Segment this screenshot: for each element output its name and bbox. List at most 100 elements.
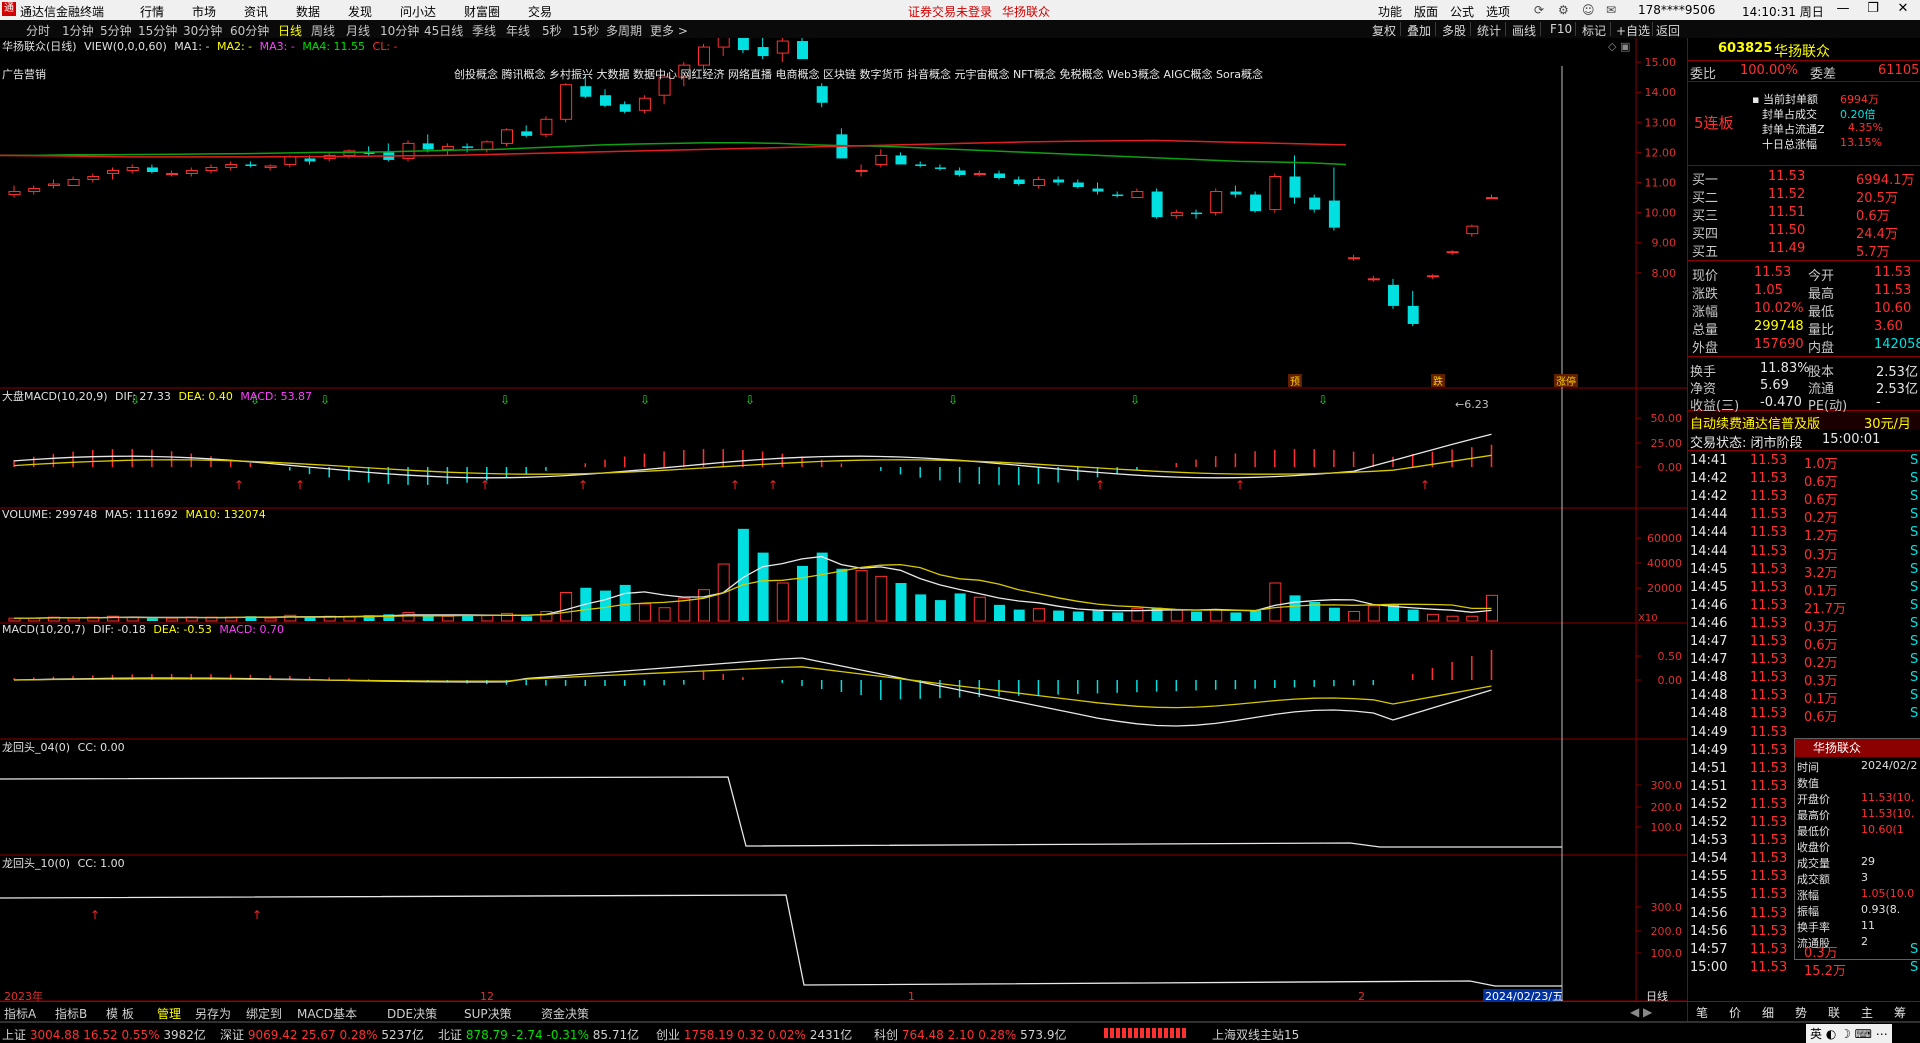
lht4-name[interactable]: 龙回头_04(0) [2, 741, 70, 754]
indicator-tab[interactable]: 模 板 [106, 1005, 134, 1022]
indicator-tab[interactable]: DDE决策 [387, 1005, 437, 1022]
period-30min[interactable]: 30分钟 [183, 22, 222, 39]
period-year[interactable]: 年线 [506, 22, 530, 39]
index-item[interactable]: 深证 9069.42 25.67 0.28% 5237亿 [220, 1026, 424, 1043]
tab-scroll-left-icon[interactable]: ◀ ▶ [1630, 1005, 1652, 1019]
menu-caifuquan[interactable]: 财富圈 [464, 3, 500, 20]
menu-gongneng[interactable]: 功能 [1378, 3, 1402, 20]
menu-zixun[interactable]: 资讯 [244, 3, 268, 20]
period-15sec[interactable]: 15秒 [572, 22, 599, 39]
right-tab[interactable]: 主 [1861, 1004, 1873, 1021]
period-daily[interactable]: 日线 [278, 22, 302, 39]
menu-shuju[interactable]: 数据 [296, 3, 320, 20]
macd1-name[interactable]: 大盘MACD(10,20,9) [2, 390, 108, 403]
period-1min[interactable]: 1分钟 [62, 22, 94, 39]
server-label[interactable]: 上海双线主站15 [1212, 1026, 1299, 1043]
btn-duogu[interactable]: 多股 [1442, 22, 1466, 39]
indicator-tab[interactable]: MACD基本 [297, 1005, 357, 1022]
candle [1072, 182, 1084, 188]
minimize-icon[interactable]: — [1828, 1, 1858, 19]
period-45day[interactable]: 45日线 [424, 22, 463, 39]
menu-hangqing[interactable]: 行情 [140, 3, 164, 20]
lht10-name[interactable]: 龙回头_10(0) [2, 857, 70, 870]
macd1-dea: DEA: 0.40 [178, 390, 233, 403]
login-notice[interactable]: 证券交易未登录 [908, 3, 992, 20]
menu-wenxiaoda[interactable]: 问小达 [400, 3, 436, 20]
menu-gongshi[interactable]: 公式 [1450, 3, 1474, 20]
right-tab[interactable]: 细 [1762, 1004, 1774, 1021]
indicator-tab[interactable]: 资金决策 [541, 1005, 589, 1022]
candle [1230, 191, 1242, 195]
menu-faxian[interactable]: 发现 [348, 3, 372, 20]
indicator-tab[interactable]: 绑定到 [246, 1005, 282, 1022]
period-fenshi[interactable]: 分时 [26, 22, 50, 39]
promo-price[interactable]: 30元/月 [1864, 413, 1911, 432]
account-label[interactable]: 178****9506 [1638, 3, 1715, 17]
user-icon[interactable]: ☺ [1582, 3, 1595, 17]
menu-xuanxiang[interactable]: 选项 [1486, 3, 1510, 20]
index-item[interactable]: 上证 3004.88 16.52 0.55% 3982亿 [2, 1026, 206, 1043]
period-quarter[interactable]: 季线 [472, 22, 496, 39]
period-15min[interactable]: 15分钟 [138, 22, 177, 39]
menu-shichang[interactable]: 市场 [192, 3, 216, 20]
low-price-label: ←6.23 [1455, 398, 1489, 411]
btn-add-watchlist[interactable]: +自选 [1616, 22, 1650, 39]
right-tab[interactable]: 势 [1795, 1004, 1807, 1021]
period-more[interactable]: 更多 > [650, 22, 688, 39]
view-indicator: VIEW(0,0,0,60) [84, 40, 167, 53]
btn-biaoji[interactable]: 标记 [1582, 22, 1606, 39]
indicator-tab[interactable]: 指标B [55, 1005, 87, 1022]
login-stock[interactable]: 华扬联众 [1002, 3, 1050, 20]
right-tab[interactable]: 价 [1729, 1004, 1741, 1021]
indicator-tab[interactable]: 另存为 [195, 1005, 231, 1022]
right-tab[interactable]: 笔 [1696, 1004, 1708, 1021]
period-monthly[interactable]: 月线 [346, 22, 370, 39]
period-5sec[interactable]: 5秒 [542, 22, 562, 39]
refresh-icon[interactable]: ⟳ [1534, 3, 1544, 17]
promo-text[interactable]: 自动续费通达信普及版 [1690, 413, 1820, 432]
close-icon[interactable]: ✕ [1888, 1, 1918, 19]
index-field: 2431亿 [805, 1028, 853, 1042]
volume-name[interactable]: VOLUME: 299748 [2, 508, 97, 521]
tick-time: 14:57 [1690, 941, 1728, 957]
index-item[interactable]: 科创 764.48 2.10 0.28% 573.9亿 [874, 1026, 1066, 1043]
volume-bar [1466, 615, 1479, 622]
tick-price: 11.53 [1750, 489, 1788, 505]
indicator-tab[interactable]: 管理 [157, 1005, 181, 1022]
period-5min[interactable]: 5分钟 [100, 22, 132, 39]
btn-back[interactable]: 返回 [1656, 22, 1680, 39]
index-field: 1758.19 [680, 1028, 734, 1042]
tick-time: 14:45 [1690, 561, 1728, 577]
fund-label-2: PE(动) [1808, 399, 1848, 414]
right-tab[interactable]: 联 [1828, 1004, 1840, 1021]
index-item[interactable]: 创业 1758.19 0.32 0.02% 2431亿 [656, 1026, 852, 1043]
btn-diejia[interactable]: 叠加 [1407, 22, 1431, 39]
btn-tongji[interactable]: 统计 [1477, 22, 1501, 39]
period-multi[interactable]: 多周期 [606, 22, 642, 39]
indicator-tab[interactable]: 指标A [4, 1005, 36, 1022]
mail-icon[interactable]: ✉ [1606, 3, 1616, 17]
period-weekly[interactable]: 周线 [311, 22, 335, 39]
volume-bar [1328, 607, 1340, 621]
index-item[interactable]: 北证 878.79 -2.74 -0.31% 85.71亿 [438, 1026, 639, 1043]
macd2-macd: MACD: 0.70 [219, 623, 284, 636]
settings-icon[interactable]: ⚙ [1558, 3, 1569, 17]
candle [915, 164, 927, 166]
panel-options-icon[interactable]: ◇ ▣ [1608, 40, 1630, 53]
btn-fuquan[interactable]: 复权 [1372, 22, 1396, 39]
macd2-name[interactable]: MACD(10,20,7) [2, 623, 86, 636]
btn-f10[interactable]: F10 [1550, 22, 1572, 36]
period-10min[interactable]: 10分钟 [380, 22, 419, 39]
fund-value: 11.83% [1760, 361, 1810, 376]
period-60min[interactable]: 60分钟 [230, 22, 269, 39]
index-field: 9069.42 [244, 1028, 298, 1042]
btn-huaxian[interactable]: 画线 [1512, 22, 1536, 39]
axis-tick-label: 20000 [1647, 582, 1682, 595]
maximize-icon[interactable]: ❐ [1858, 1, 1888, 19]
right-tab[interactable]: 筹 [1894, 1004, 1906, 1021]
signal-marker-label: 跌 [1433, 375, 1443, 388]
menu-banmian[interactable]: 版面 [1414, 3, 1438, 20]
indicator-tab[interactable]: SUP决策 [464, 1005, 512, 1022]
ime-tray[interactable]: 英 ◐ ☽ ⌨ ⋯ [1806, 1024, 1892, 1043]
menu-jiaoyi[interactable]: 交易 [528, 3, 552, 20]
